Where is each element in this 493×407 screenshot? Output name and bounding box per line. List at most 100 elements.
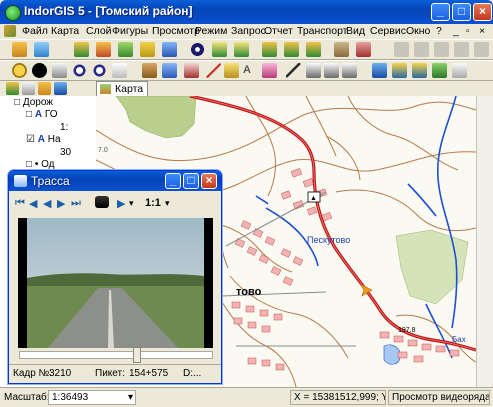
first-frame-icon[interactable]: ⏮ xyxy=(15,197,25,210)
label-icon[interactable] xyxy=(224,63,239,78)
menu-map[interactable]: Карта xyxy=(51,25,79,37)
folder-icon[interactable] xyxy=(38,82,51,95)
polyline-icon[interactable] xyxy=(286,63,301,78)
menu-help[interactable]: ? xyxy=(436,25,442,37)
frame-slider-thumb[interactable] xyxy=(133,347,141,363)
layer-add-icon[interactable] xyxy=(74,42,89,57)
layers-green-icon[interactable] xyxy=(432,63,447,78)
layers-panel-icon[interactable] xyxy=(6,82,19,95)
menu-bar: Файл Карта Слой Фигуры Просмотр Режим За… xyxy=(0,24,493,39)
chart-icon[interactable] xyxy=(342,63,357,78)
menu-window[interactable]: Окно xyxy=(406,25,430,37)
menu-report[interactable]: Отчет xyxy=(264,25,293,37)
layer-blue-icon[interactable] xyxy=(162,42,177,57)
layers-down-icon[interactable] xyxy=(412,63,427,78)
layer-remove-icon[interactable] xyxy=(96,42,111,57)
move-icon[interactable] xyxy=(162,63,177,78)
video-maximize-button[interactable]: □ xyxy=(183,173,199,189)
polygon-icon[interactable] xyxy=(184,63,199,78)
text-layer-icon: A xyxy=(37,134,45,145)
menu-file[interactable]: Файл xyxy=(22,25,48,37)
layer-props-icon[interactable] xyxy=(234,42,249,57)
layer-merge-icon[interactable] xyxy=(306,42,321,57)
layer-down-icon[interactable] xyxy=(284,42,299,57)
map-tab-icon xyxy=(100,84,111,94)
tree-row[interactable]: ☑ A На xyxy=(26,134,61,145)
menu-shapes[interactable]: Фигуры xyxy=(112,25,148,37)
identify-icon[interactable] xyxy=(52,63,67,78)
properties-icon[interactable] xyxy=(474,42,489,57)
menu-layer[interactable]: Слой xyxy=(86,25,112,37)
menu-window-view[interactable]: Вид xyxy=(346,25,365,37)
layer-green-icon[interactable] xyxy=(118,42,133,57)
picket-label: Пикет: xyxy=(95,368,125,379)
layers-up-icon[interactable] xyxy=(392,63,407,78)
scale-select[interactable]: 1:36493 ▾ xyxy=(48,390,136,405)
eraser-icon[interactable] xyxy=(262,63,277,78)
layer-up-icon[interactable] xyxy=(262,42,277,57)
doc-restore-button[interactable]: ▫ xyxy=(466,25,470,37)
menu-transport[interactable]: Транспорт xyxy=(297,25,348,37)
frame-slider-track[interactable] xyxy=(19,351,213,359)
zoom-out-icon[interactable] xyxy=(92,63,107,78)
brush-icon[interactable] xyxy=(454,42,469,57)
hand-pan-icon[interactable] xyxy=(112,63,127,78)
picket-value: 154+575 xyxy=(129,368,169,379)
doc-close-button[interactable]: × xyxy=(479,25,485,37)
copy-icon[interactable] xyxy=(414,42,429,57)
table-icon[interactable] xyxy=(324,63,339,78)
mode-readout: Просмотр видеоряда xyxy=(388,390,490,405)
label-edge: Бах xyxy=(452,335,466,344)
minimize-button[interactable]: _ xyxy=(431,3,450,21)
maximize-button[interactable]: □ xyxy=(452,3,471,21)
tab-map[interactable]: Карта xyxy=(96,81,148,96)
measure-icon[interactable] xyxy=(306,63,321,78)
zoom-in-icon[interactable] xyxy=(72,63,87,78)
paste-icon[interactable] xyxy=(434,42,449,57)
menu-view[interactable]: Просмотр xyxy=(152,25,200,37)
doc-minimize-button[interactable]: _ xyxy=(453,25,459,37)
layer-yellow-icon[interactable] xyxy=(140,42,155,57)
next-frame-icon[interactable]: ▶ xyxy=(57,197,65,210)
tree-row[interactable]: □ • Од xyxy=(26,159,55,170)
layer-brown-icon[interactable] xyxy=(334,42,349,57)
layers-stack-icon[interactable] xyxy=(372,63,387,78)
connect-icon[interactable] xyxy=(34,42,49,57)
label-road-number: 197.8 xyxy=(398,327,416,334)
prev-frame-icon[interactable]: ◀ xyxy=(29,197,37,210)
open-icon[interactable] xyxy=(54,82,67,95)
menu-mode[interactable]: Режим xyxy=(195,25,227,37)
layer-edit-icon[interactable] xyxy=(212,42,227,57)
last-frame-icon[interactable]: ⏭ xyxy=(71,197,81,210)
menu-query[interactable]: Запрос xyxy=(231,25,266,37)
document-icon[interactable] xyxy=(4,25,16,37)
text-tool-icon[interactable]: A xyxy=(243,64,251,76)
layer-red-icon[interactable] xyxy=(356,42,371,57)
pan-arrows-icon[interactable] xyxy=(190,42,205,57)
video-close-button[interactable]: × xyxy=(201,173,217,189)
play-back-icon[interactable]: ◀ xyxy=(43,197,51,210)
menu-service[interactable]: Сервис xyxy=(370,25,406,37)
node-icon[interactable] xyxy=(142,63,157,78)
video-window[interactable]: Трасса _ □ × ⏮ ◀ ◀ ▶ ⏭ ▶ ▾ 1:1 ▾ Кадр №:… xyxy=(8,170,222,384)
close-button[interactable]: × xyxy=(473,3,492,21)
app-globe-icon[interactable] xyxy=(5,5,21,21)
tree-row[interactable]: □ A ГО xyxy=(26,109,57,120)
info-icon[interactable] xyxy=(32,63,47,78)
play-icon[interactable]: ▶ xyxy=(117,197,125,210)
tree-row[interactable]: □ Дорож xyxy=(14,97,53,108)
legend-icon[interactable] xyxy=(22,82,35,95)
export-icon[interactable] xyxy=(452,63,467,78)
open-layer-icon[interactable] xyxy=(12,42,27,57)
zoom-ratio-button[interactable]: 1:1 xyxy=(145,197,161,209)
chevron-down-icon[interactable]: ▾ xyxy=(165,198,170,209)
map-vertical-scrollbar[interactable] xyxy=(476,96,493,387)
label-village: Пеcкутово xyxy=(307,235,350,245)
video-minimize-button[interactable]: _ xyxy=(165,173,181,189)
binoculars-icon[interactable] xyxy=(95,196,109,208)
select-icon[interactable] xyxy=(12,63,27,78)
extra-readout: D:... xyxy=(183,368,202,379)
chevron-down-icon[interactable]: ▾ xyxy=(129,198,134,209)
pencil-icon[interactable] xyxy=(206,63,221,78)
cut-icon[interactable] xyxy=(394,42,409,57)
